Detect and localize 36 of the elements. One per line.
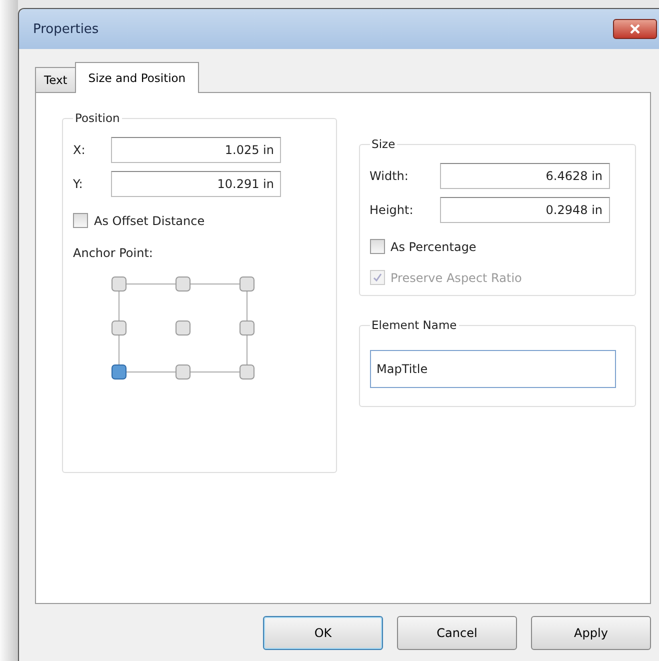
input-field[interactable]: 0.2948 in <box>440 197 610 223</box>
anchor-handle[interactable] <box>240 364 254 380</box>
tab[interactable]: Size and Position <box>75 62 199 93</box>
field-label: Height: <box>370 203 414 217</box>
group-title: Position <box>74 111 121 125</box>
anchor-handle[interactable] <box>112 276 126 292</box>
close-icon <box>628 24 642 34</box>
input-field[interactable]: 10.291 in <box>111 171 281 197</box>
checkbox[interactable] <box>73 213 88 228</box>
input-field[interactable]: MapTitle <box>370 350 616 388</box>
checkbox-label: As Offset Distance <box>94 214 205 228</box>
tab[interactable]: Text <box>35 67 76 92</box>
field-label: Y: <box>73 177 84 191</box>
checkbox-label: Preserve Aspect Ratio <box>390 270 522 284</box>
anchor-handle[interactable] <box>176 320 190 336</box>
input-field[interactable]: 1.025 in <box>111 137 281 163</box>
dialog-button[interactable]: Cancel <box>397 616 517 650</box>
group-title: Size <box>370 137 396 151</box>
checkbox-label: As Percentage <box>390 240 476 254</box>
check-icon <box>372 272 383 283</box>
anchor-handle[interactable] <box>112 364 126 380</box>
field-label: Width: <box>370 169 410 183</box>
anchor-handle[interactable] <box>176 276 190 292</box>
dialog-button[interactable]: Apply <box>531 616 651 650</box>
anchor-label: Anchor Point: <box>73 246 154 260</box>
close-button[interactable] <box>613 19 657 39</box>
window-title: Properties <box>33 22 99 36</box>
checkbox[interactable] <box>370 239 385 254</box>
anchor-handle[interactable] <box>240 276 254 292</box>
dialog-button[interactable]: OK <box>263 616 383 650</box>
anchor-handle[interactable] <box>240 320 254 336</box>
anchor-handle[interactable] <box>176 364 190 380</box>
anchor-handle[interactable] <box>112 320 126 336</box>
group-title: Element Name <box>370 318 458 332</box>
input-field[interactable]: 6.4628 in <box>440 163 610 189</box>
field-label: X: <box>73 143 86 157</box>
